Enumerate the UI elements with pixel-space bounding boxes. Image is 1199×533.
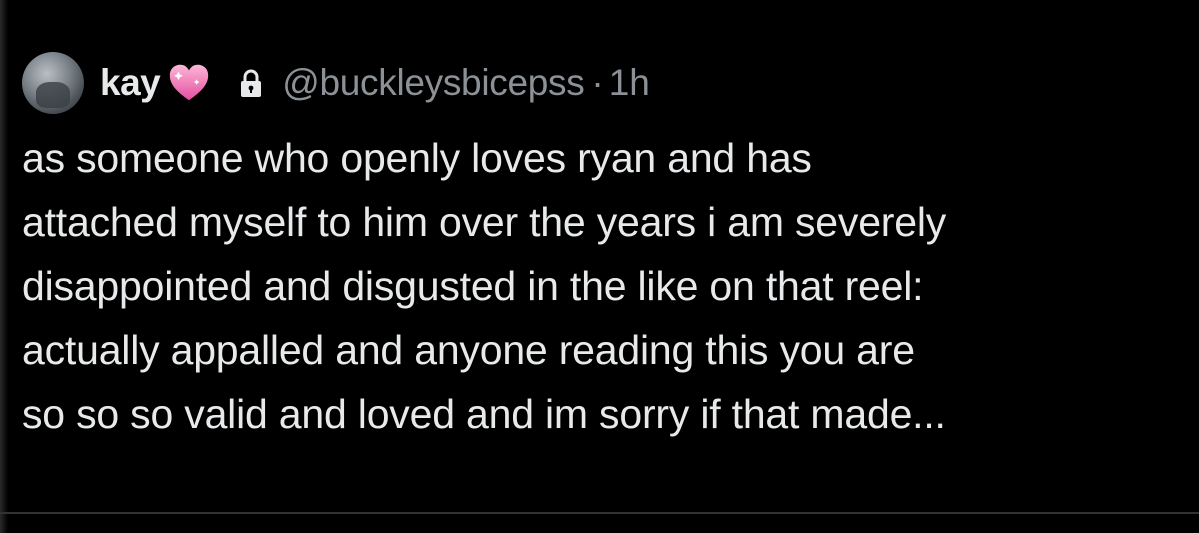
display-name[interactable]: kay bbox=[100, 62, 161, 104]
separator-dot: · bbox=[591, 62, 604, 103]
screenshot-frame: kay @buckleysbicepss · 1h as someone who… bbox=[0, 0, 1199, 533]
divider bbox=[0, 512, 1199, 514]
tweet-text-line: as someone who openly loves ryan and has bbox=[22, 135, 812, 181]
user-handle[interactable]: @buckleysbicepss bbox=[282, 62, 584, 104]
left-edge bbox=[0, 0, 8, 533]
timestamp[interactable]: 1h bbox=[609, 62, 650, 104]
tweet-text-line: attached myself to him over the years i … bbox=[22, 199, 947, 245]
tweet-text-line: actually appalled and anyone reading thi… bbox=[22, 327, 915, 373]
tweet-text-line: so so so valid and loved and im sorry if… bbox=[22, 391, 946, 437]
tweet[interactable]: kay @buckleysbicepss · 1h as someone who… bbox=[22, 48, 1199, 446]
sparkling-heart-icon bbox=[170, 64, 209, 101]
lock-icon bbox=[241, 69, 262, 97]
tweet-header: kay @buckleysbicepss · 1h bbox=[22, 48, 1199, 118]
tweet-text-line: disappointed and disgusted in the like o… bbox=[22, 263, 924, 309]
tweet-text: as someone who openly loves ryan and has… bbox=[22, 126, 1199, 446]
user-avatar[interactable] bbox=[22, 52, 84, 114]
